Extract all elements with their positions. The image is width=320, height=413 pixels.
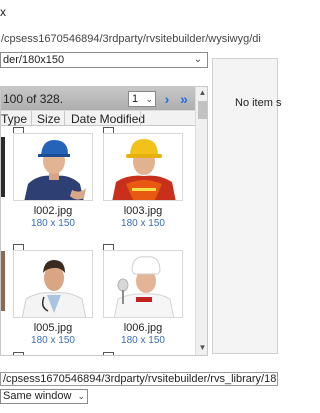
thumbnail-image[interactable] — [103, 133, 183, 201]
column-headers: Type Size Date Modified — [1, 110, 195, 126]
file-name: l003.jpg — [123, 205, 163, 217]
file-size: 180 x 150 — [121, 335, 165, 346]
vertical-scrollbar[interactable]: ▲ ▼ — [195, 87, 207, 355]
thumbnail-image[interactable] — [103, 250, 183, 318]
scroll-up-icon[interactable]: ▲ — [196, 87, 207, 99]
column-divider — [140, 111, 141, 126]
file-browser-panel: 100 of 328. 1 ⌄ › » Type Size Date Modif… — [0, 86, 208, 356]
url-input[interactable]: /cpsess1670546894/3rdparty/rvsitebuilder… — [0, 372, 278, 386]
scroll-down-icon[interactable]: ▼ — [196, 342, 207, 354]
person-icon — [104, 251, 182, 317]
window-title-bar: x — [0, 0, 278, 26]
file-name: l005.jpg — [33, 322, 73, 334]
current-path: /cpsess1670546894/3rdparty/rvsitebuilder… — [1, 33, 261, 45]
preview-empty-text: No item s — [235, 97, 282, 109]
select-checkbox[interactable] — [13, 352, 24, 355]
pager-info: 100 of 328. — [3, 92, 64, 106]
chevron-down-icon: ⌄ — [145, 94, 153, 104]
double-chevron-right-icon[interactable]: » — [177, 91, 191, 107]
target-select[interactable]: Same window ⌄ — [0, 389, 88, 404]
pager-bar: 100 of 328. 1 ⌄ › » — [1, 87, 195, 110]
thumbnail-partial — [1, 251, 5, 311]
select-checkbox[interactable] — [103, 352, 114, 355]
person-icon — [104, 134, 182, 200]
chevron-down-icon: ⌄ — [77, 391, 85, 401]
window-title: x — [0, 5, 6, 19]
chevron-down-icon: ⌄ — [193, 54, 203, 65]
file-size: 180 x 150 — [31, 218, 75, 229]
thumbnail-partial — [1, 137, 5, 197]
folder-select-value: der/180x150 — [3, 54, 65, 66]
file-size: 180 x 150 — [121, 218, 165, 229]
folder-select[interactable]: der/180x150 ⌄ — [0, 52, 208, 68]
thumbnail-image[interactable] — [13, 133, 93, 201]
person-icon — [14, 134, 92, 200]
column-divider — [64, 111, 65, 126]
page-select[interactable]: 1 ⌄ — [128, 91, 156, 107]
file-name: l006.jpg — [123, 322, 163, 334]
chevron-right-icon[interactable]: › — [160, 91, 174, 107]
column-date-modified[interactable]: Date Modified — [71, 112, 145, 126]
scrollbar-thumb[interactable] — [198, 101, 207, 119]
column-size[interactable]: Size — [37, 112, 60, 126]
person-icon — [14, 251, 92, 317]
column-type[interactable]: Type — [1, 112, 27, 126]
preview-panel: No item s — [212, 58, 282, 354]
url-input-value: /cpsess1670546894/3rdparty/rvsitebuilder… — [3, 373, 277, 385]
thumbnail-grid: l002.jpg 180 x 150 l003.jpg 180 x 150 l0… — [1, 127, 195, 355]
thumbnail-image[interactable] — [13, 250, 93, 318]
target-select-value: Same window — [3, 390, 72, 402]
file-name: l002.jpg — [33, 205, 73, 217]
column-divider — [31, 111, 32, 126]
page-select-value: 1 — [132, 93, 139, 105]
file-size: 180 x 150 — [31, 335, 75, 346]
